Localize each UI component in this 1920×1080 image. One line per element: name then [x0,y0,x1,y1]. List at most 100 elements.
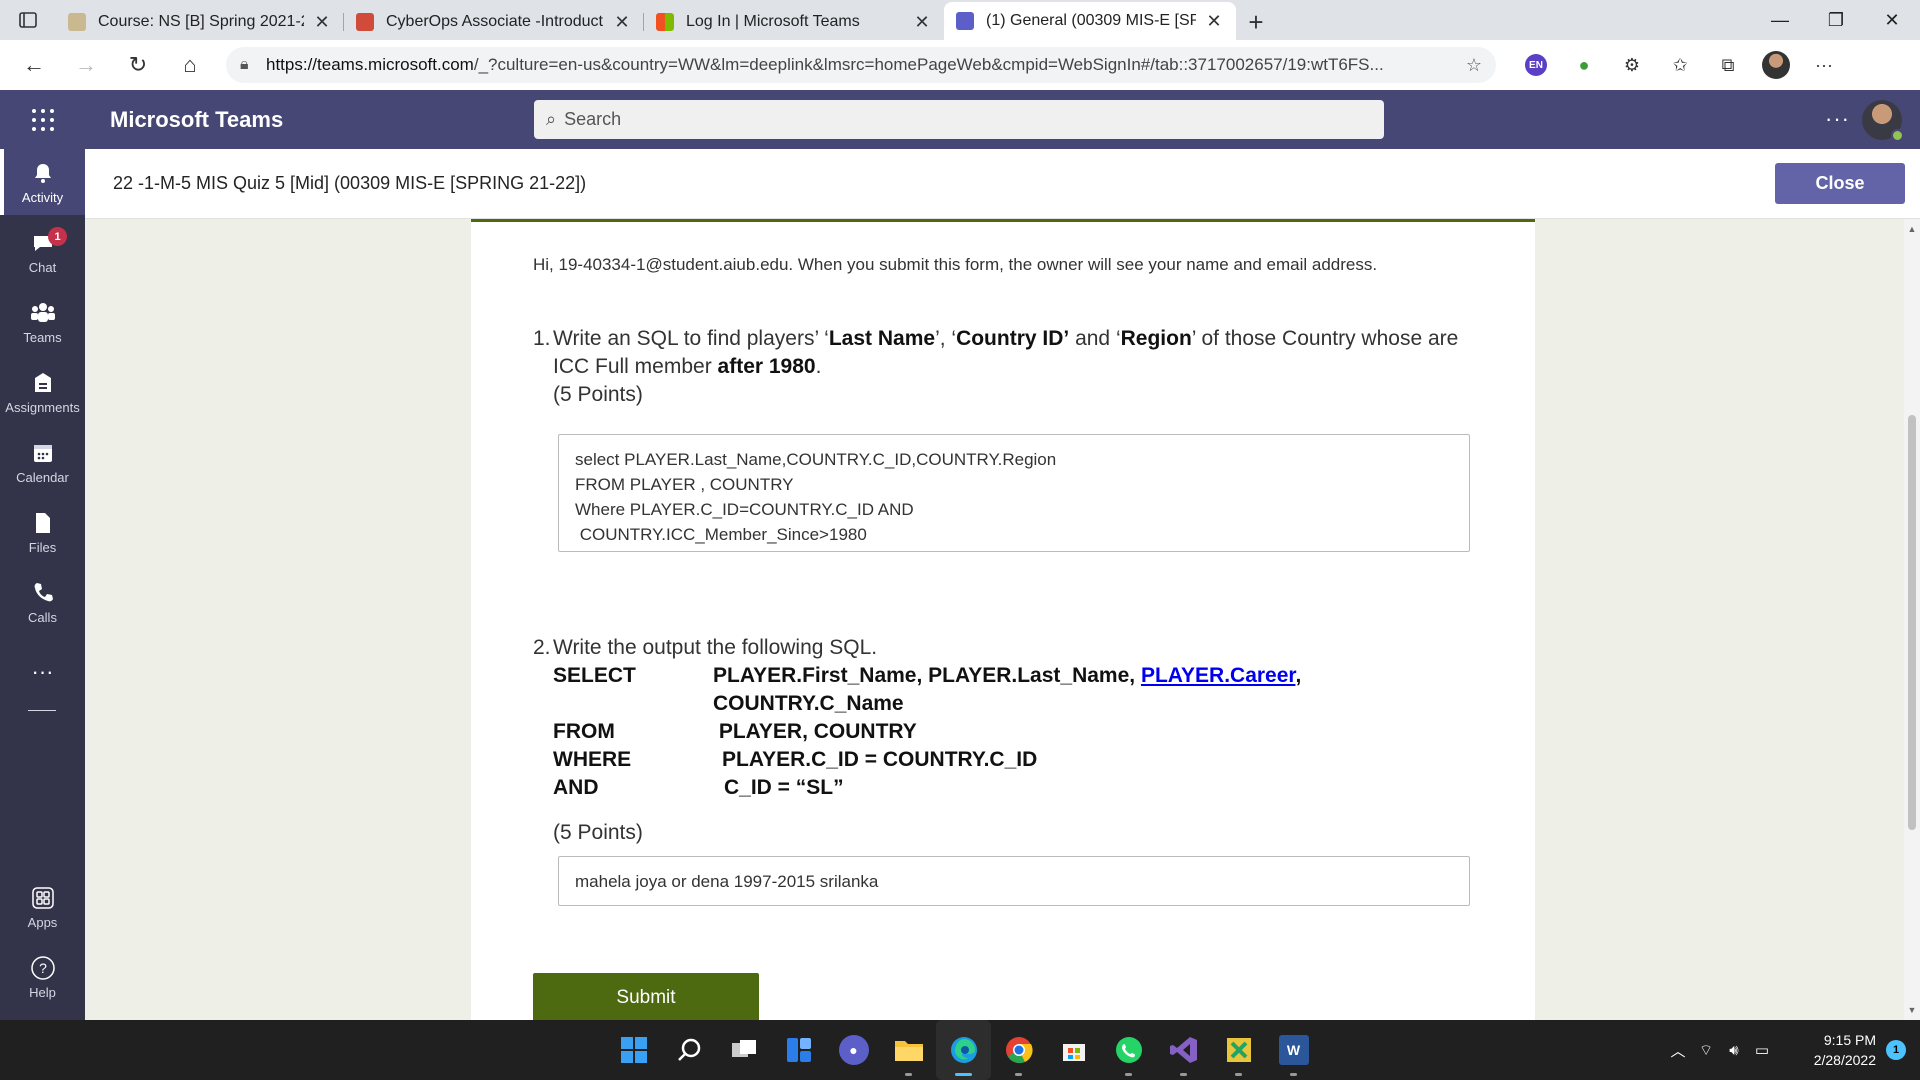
sql-link[interactable]: PLAYER.Career [1141,664,1295,687]
battery-icon[interactable]: ▭ [1748,1041,1776,1059]
widgets-button[interactable] [771,1020,826,1080]
volume-icon[interactable]: 🔊︎ [1720,1042,1748,1059]
rail-item-apps[interactable]: Apps [0,874,85,940]
sql-clause: C_ID = “SL” [724,776,844,799]
sql-statement: SELECT PLAYER.First_Name, PLAYER.Last_Na… [553,662,1493,802]
whatsapp-icon [1115,1037,1142,1063]
wifi-icon[interactable]: ⌔ [1692,1041,1720,1060]
address-bar[interactable]: 🔒︎ https://teams.microsoft.com/_?culture… [226,47,1496,83]
browser-tab-cyberops[interactable]: CyberOps Associate -Introductio ✕ [344,4,644,40]
language-extension-button[interactable]: EN [1512,45,1560,85]
sql-keyword: AND [553,776,599,799]
user-avatar[interactable] [1862,100,1904,142]
taskbar-search-button[interactable] [661,1020,716,1080]
notification-badge[interactable]: 1 [1886,1040,1906,1060]
new-tab-button[interactable]: + [1236,4,1276,40]
more-apps-button[interactable]: ··· [0,639,85,705]
rail-item-calls[interactable]: Calls [0,569,85,635]
edge-button[interactable] [936,1020,991,1080]
tab-actions-menu-button[interactable] [0,0,56,40]
excel-like-button[interactable] [1211,1020,1266,1080]
task-view-button[interactable] [716,1020,771,1080]
rail-item-activity[interactable]: Activity [0,149,85,215]
store-icon [1062,1044,1085,1061]
close-tab-icon[interactable]: ✕ [1204,11,1224,32]
browser-tab-course[interactable]: Course: NS [B] Spring 2021-2022 ✕ [56,4,344,40]
browser-tab-login[interactable]: Log In | Microsoft Teams ✕ [644,4,944,40]
rail-label: Files [28,539,57,555]
rail-item-assignments[interactable]: Assignments [0,359,85,425]
collections-icon: ⧉ [1721,54,1735,75]
plus-icon: + [1248,6,1264,37]
sql-clause: PLAYER, COUNTRY [713,720,917,743]
teams-chat-button[interactable]: ● [826,1020,881,1080]
browser-tab-general[interactable]: (1) General (00309 MIS-E [SPRIN ✕ [944,2,1236,40]
phone-icon [30,580,56,606]
form-card: Hi, 19-40334-1@student.aiub.edu. When yo… [471,219,1535,1020]
word-button[interactable]: W [1266,1020,1321,1080]
close-window-button[interactable]: ✕ [1864,0,1920,40]
app-title: Microsoft Teams [110,106,284,132]
tab-actions-icon [19,12,37,28]
rail-item-files[interactable]: Files [0,499,85,565]
widgets-icon [786,1038,811,1062]
microsoft-icon [656,13,674,31]
submit-button[interactable]: Submit [533,973,759,1020]
close-tab-icon[interactable]: ✕ [912,12,932,33]
profile-button[interactable] [1752,45,1800,85]
scroll-down-arrow-icon[interactable]: ▼ [1904,1002,1920,1018]
rail-item-help[interactable]: ? Help [0,944,85,1010]
forward-button[interactable]: → [60,45,112,85]
home-button[interactable]: ⌂ [164,45,216,85]
rail-item-teams[interactable]: Teams [0,289,85,355]
visual-studio-button[interactable] [1156,1020,1211,1080]
question-text-part: ’, ‘ [935,327,957,350]
close-tab-icon[interactable]: ✕ [612,12,632,33]
waffle-icon [31,108,54,131]
favorites-button[interactable]: ✩ [1656,45,1704,85]
favorites-add-icon[interactable]: ☆ [1466,55,1482,76]
clock-time: 9:15 PM [1823,1032,1876,1048]
close-tab-icon[interactable]: ✕ [312,12,332,33]
settings-more-button[interactable]: ··· [1825,106,1850,132]
cisco-icon [356,13,374,31]
question-text-part: . [815,355,822,378]
tab-title: Log In | Microsoft Teams [686,13,860,30]
taskbar-clock[interactable]: 9:15 PM 2/28/2022 [1776,1030,1876,1070]
close-button[interactable]: Close [1775,163,1905,204]
start-button[interactable] [606,1020,661,1080]
collections-button[interactable]: ⧉ [1704,45,1752,85]
help-icon: ? [30,955,56,981]
extensions-button[interactable]: ⚙ [1608,45,1656,85]
browser-menu-button[interactable]: ··· [1800,45,1848,85]
app-bar: Activity Chat 1 Teams Assignments Calend… [0,149,85,1020]
file-explorer-button[interactable] [881,1020,936,1080]
whatsapp-button[interactable] [1101,1020,1156,1080]
form-title: 22 -1-M-5 MIS Quiz 5 [Mid] (00309 MIS-E … [113,173,587,193]
rail-item-chat[interactable]: Chat 1 [0,219,85,285]
answer-2-input[interactable]: mahela joya or dena 1997-2015 srilanka [558,856,1470,906]
rail-label: Calendar [16,469,69,485]
restore-button[interactable]: ❐ [1808,0,1864,40]
scroll-up-arrow-icon[interactable]: ▲ [1904,221,1920,237]
search-input[interactable]: ⌕ Search [534,100,1384,139]
extension-globe-button[interactable]: ● [1560,45,1608,85]
app-launcher-button[interactable] [0,90,85,149]
answer-line: select PLAYER.Last_Name,COUNTRY.C_ID,COU… [575,450,1057,469]
rail-item-calendar[interactable]: Calendar [0,429,85,495]
question-emphasis: Region [1120,327,1192,350]
refresh-button[interactable]: ↻ [112,45,164,85]
tab-title: (1) General (00309 MIS-E [SPRIN [986,12,1196,29]
minimize-button[interactable]: — [1752,0,1808,40]
show-hidden-icons-icon[interactable]: ︿ [1664,1040,1692,1061]
answer-1-textarea[interactable]: select PLAYER.Last_Name,COUNTRY.C_ID,COU… [558,434,1470,552]
rail-divider [28,710,56,711]
back-button[interactable]: ← [8,45,60,85]
store-button[interactable] [1046,1020,1101,1080]
vertical-scrollbar[interactable]: ▲ ▼ [1904,219,1920,1020]
home-icon: ⌂ [183,52,197,77]
scrollbar-thumb[interactable] [1908,415,1916,830]
rail-label: Activity [21,189,64,205]
chrome-button[interactable] [991,1020,1046,1080]
url-domain: https://teams.microsoft.com [266,55,474,74]
